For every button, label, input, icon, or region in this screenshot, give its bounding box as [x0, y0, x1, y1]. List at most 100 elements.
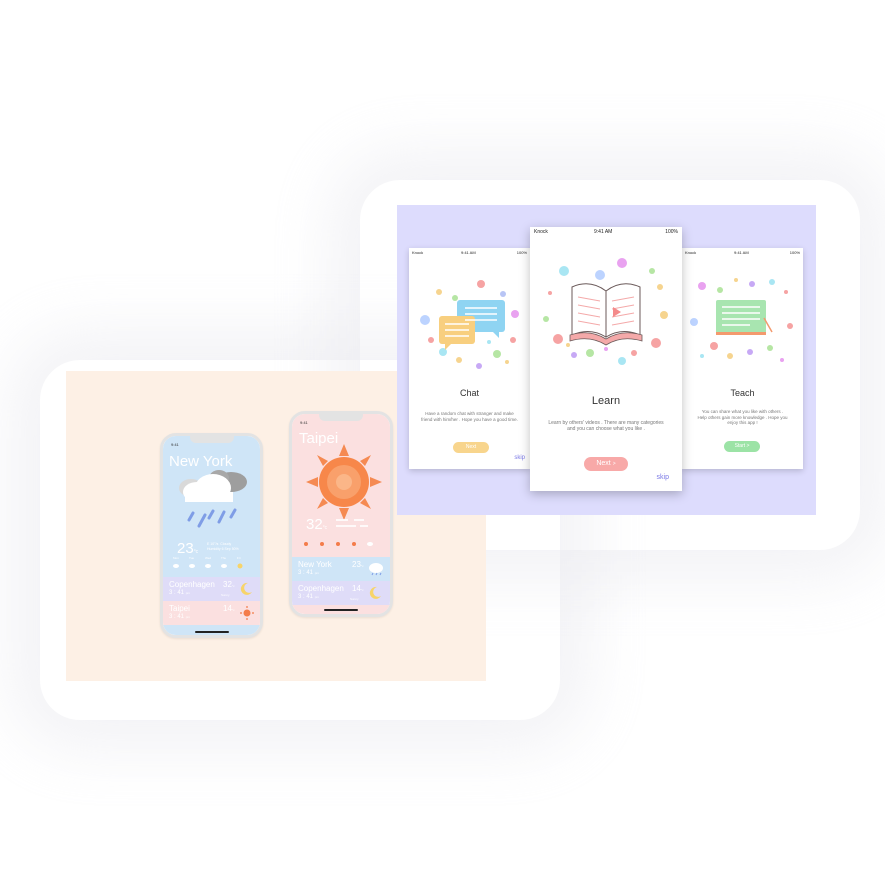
city-row-ampm: pm [185, 615, 190, 619]
city-row-time-value: 3 : 41 [298, 594, 314, 600]
forecast-icons [304, 542, 373, 546]
city-row-name: Copenhagen [169, 580, 215, 589]
onboarding-preview-card: Knock 9:41 AM 100% Chat Have a random ch… [397, 205, 816, 515]
status-bar: Knock 9:41 AM 100% [530, 227, 682, 238]
city-row-temp: 14°c [223, 604, 235, 613]
city-row-taipei[interactable]: Taipei 14°c 3 : 41 pm [163, 601, 260, 625]
sun-icon [240, 606, 254, 620]
next-button[interactable]: Next > [584, 457, 628, 471]
onboarding-description: Have a random chat with stranger and mak… [417, 411, 522, 422]
onboarding-screen-teach: Knock 9:41 AM 100% Teach You can share w… [682, 248, 803, 469]
forecast-day: Thu [221, 556, 227, 560]
temperature-number: 32 [306, 516, 323, 533]
forecast-day: Mon [173, 556, 179, 560]
description-line: enjoy this app ! [727, 420, 758, 425]
onboarding-title: Teach [730, 388, 755, 398]
city-row-ampm: pm [314, 595, 319, 599]
phone-notch [319, 414, 363, 421]
city-row-temp: 23°c [352, 560, 364, 569]
city-row-temp-value: 23 [352, 560, 361, 569]
status-carrier: Knock [534, 229, 548, 235]
city-row-new-york[interactable]: New York 23°c 3 : 41 pm [292, 557, 390, 581]
next-button[interactable]: Next [453, 442, 489, 453]
home-indicator [194, 631, 229, 633]
skip-link[interactable]: skip [514, 455, 525, 461]
forecast-day: Fri [237, 556, 241, 560]
onboarding-title: Chat [459, 388, 479, 398]
start-button[interactable]: Start > [724, 441, 760, 452]
city-row-name: New York [298, 560, 332, 569]
phone-notch [189, 436, 234, 443]
city-title: New York [169, 453, 233, 470]
city-row-condition: Sunny [350, 597, 359, 601]
city-row-temp-unit: °c [360, 588, 364, 592]
moon-icon [240, 582, 252, 595]
description-line: and you can choose what you like . [567, 426, 645, 432]
status-carrier: Knock [685, 250, 697, 255]
city-row-temp: 32°c [223, 580, 235, 589]
sun-icon [306, 444, 382, 520]
description-line: friend with him/her . Hope you have a go… [421, 416, 518, 422]
chevron-right-icon: > [612, 461, 616, 467]
phone-mockup-taipei: 9:41 Taipei 32°c New York 23°c 3: 41 pm… [289, 411, 393, 617]
temperature-value: 32°c [306, 516, 327, 533]
city-row-partial [163, 625, 260, 635]
description-line: Have a random chat with stranger and mak… [425, 411, 514, 416]
city-row-temp-unit: °c [231, 584, 235, 588]
chevron-right-icon: > [746, 443, 750, 449]
humidity-detail: Humidity 6 Sep [207, 547, 231, 551]
city-row-time: 3 : 41 pm [169, 590, 190, 596]
phone-mockup-new-york: 9:41 New York 23°c E 10°/s Cloudy Humidi… [160, 433, 263, 638]
skip-link[interactable]: skip [657, 474, 669, 481]
city-row-time: 3 : 41 pm [169, 614, 190, 620]
city-row-copenhagen[interactable]: Copenhagen 32°c 3 : 41 pm Sunny [163, 577, 260, 601]
cloud-rain-icon [369, 563, 383, 576]
city-row-name: Taipei [169, 604, 190, 613]
description-line: You can share what you like with others … [701, 409, 784, 414]
status-time: 9:41 AM [734, 250, 749, 255]
wind-detail: E 10°/s [207, 542, 219, 546]
button-label: Start [734, 443, 746, 449]
forecast-day: Tue [189, 556, 195, 560]
status-time: 9:41 AM [594, 229, 613, 235]
status-battery: 100% [789, 250, 800, 255]
humidity-value: 50% [231, 547, 239, 551]
onboarding-description: You can share what you like with others … [690, 409, 795, 426]
moon-icon [369, 586, 381, 599]
status-time: 9:41 [171, 442, 179, 447]
status-battery: 100% [516, 250, 527, 255]
city-row-copenhagen[interactable]: Copenhagen 14°c 3 : 41 pm Sunny [292, 581, 390, 605]
forecast-day: Wed [205, 556, 212, 560]
status-carrier: Knock [412, 250, 424, 255]
city-row-time: 3 : 41 pm [298, 570, 319, 576]
button-label: Next [596, 460, 611, 467]
onboarding-description: Learn by others' videos . There are many… [536, 420, 676, 432]
city-row-temp-value: 14 [352, 584, 361, 593]
onboarding-screen-chat: Knock 9:41 AM 100% Chat Have a random ch… [409, 248, 530, 469]
city-row-condition: Sunny [221, 593, 230, 597]
city-row-name: Copenhagen [298, 584, 344, 593]
status-time: 9:41 [300, 420, 308, 425]
city-row-ampm: pm [185, 591, 190, 595]
temperature-unit: °c [322, 525, 328, 531]
temperature-number: 23 [177, 540, 194, 557]
teach-board-illustration [690, 278, 793, 362]
status-battery: 100% [665, 229, 678, 235]
city-row-time: 3 : 41 pm [298, 594, 319, 600]
city-row-temp-unit: °c [360, 564, 364, 568]
city-row-temp-unit: °c [231, 608, 235, 612]
city-row-ampm: pm [314, 571, 319, 575]
weather-details: E 10°/s Cloudy Humidity 6 Sep 50% [207, 542, 257, 552]
forecast-row: Mon Tue Wed Thu Fri [173, 556, 251, 572]
condition-detail: Cloudy [220, 542, 232, 546]
forecast-icons [173, 563, 243, 569]
home-indicator [324, 609, 358, 611]
status-bar: Knock 9:41 AM 100% [409, 248, 530, 257]
city-row-time-value: 3 : 41 [298, 570, 314, 576]
onboarding-title: Learn [591, 395, 621, 407]
temperature-unit: °c [193, 549, 199, 555]
temperature-value: 23°c [177, 540, 198, 557]
chat-bubbles-illustration [420, 280, 519, 369]
status-bar: Knock 9:41 AM 100% [682, 248, 803, 257]
onboarding-screen-learn: Knock 9:41 AM 100% Learn Learn by others… [530, 227, 682, 491]
